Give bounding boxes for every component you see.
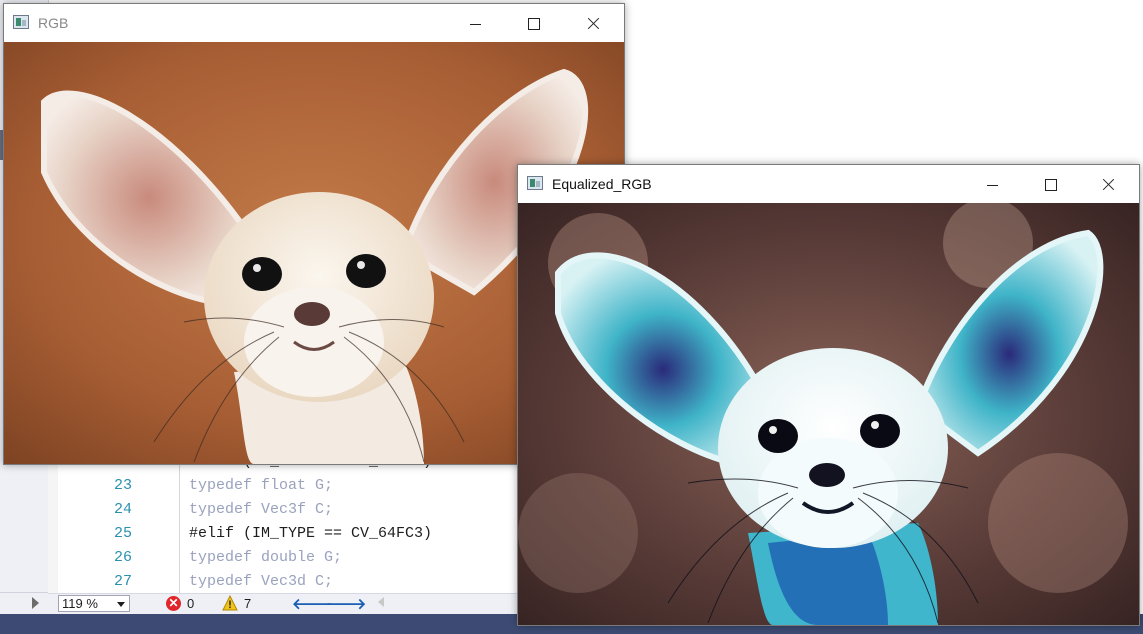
chevron-down-icon — [117, 602, 125, 607]
code-line[interactable]: typedef Vec3d C; — [189, 573, 333, 590]
line-number: 23 — [113, 477, 132, 494]
window-app-icon — [13, 15, 29, 29]
warning-count[interactable]: 7 — [244, 596, 251, 611]
error-icon[interactable]: ✕ — [166, 596, 181, 611]
close-button[interactable] — [571, 6, 617, 42]
maximize-button[interactable] — [1028, 167, 1074, 203]
navigate-forward-icon[interactable]: 🡒 — [326, 594, 366, 613]
equalized-image-window[interactable]: Equalized_RGB — [517, 164, 1140, 626]
code-line[interactable]: typedef float G; — [189, 477, 333, 494]
title-bar[interactable]: RGB — [4, 4, 624, 42]
editor-status-bar: 119 % ✕ 0 7 🡐 🡒 — [48, 593, 518, 615]
minimize-button[interactable] — [970, 167, 1016, 203]
scroll-right-icon[interactable] — [32, 597, 39, 609]
zoom-level: 119 % — [62, 596, 98, 611]
indent-guide — [179, 463, 180, 593]
minimize-button[interactable] — [453, 6, 499, 42]
horizontal-scrollbar[interactable] — [0, 592, 48, 615]
window-title: RGB — [38, 15, 69, 31]
line-number: 27 — [113, 573, 132, 590]
line-number: 26 — [113, 549, 132, 566]
title-bar[interactable]: Equalized_RGB — [518, 165, 1139, 203]
scroll-left-icon — [378, 597, 384, 607]
error-count[interactable]: 0 — [187, 596, 194, 611]
code-editor[interactable]: 22 #elif (IM_TYPE == CV_32FC3) 23 typede… — [58, 453, 518, 593]
line-number: 25 — [113, 525, 132, 542]
fennec-fox-equalized-image — [518, 203, 1139, 625]
line-number: 24 — [113, 501, 132, 518]
equalized-image — [518, 203, 1139, 625]
code-line[interactable]: typedef Vec3f C; — [189, 501, 333, 518]
maximize-button[interactable] — [511, 6, 557, 42]
code-line[interactable]: typedef double G; — [189, 549, 342, 566]
code-line[interactable]: #elif (IM_TYPE == CV_64FC3) — [189, 525, 432, 542]
warning-icon[interactable] — [222, 595, 238, 611]
close-button[interactable] — [1086, 167, 1132, 203]
zoom-dropdown[interactable]: 119 % — [58, 595, 130, 612]
window-title: Equalized_RGB — [552, 176, 652, 192]
window-app-icon — [527, 176, 543, 190]
